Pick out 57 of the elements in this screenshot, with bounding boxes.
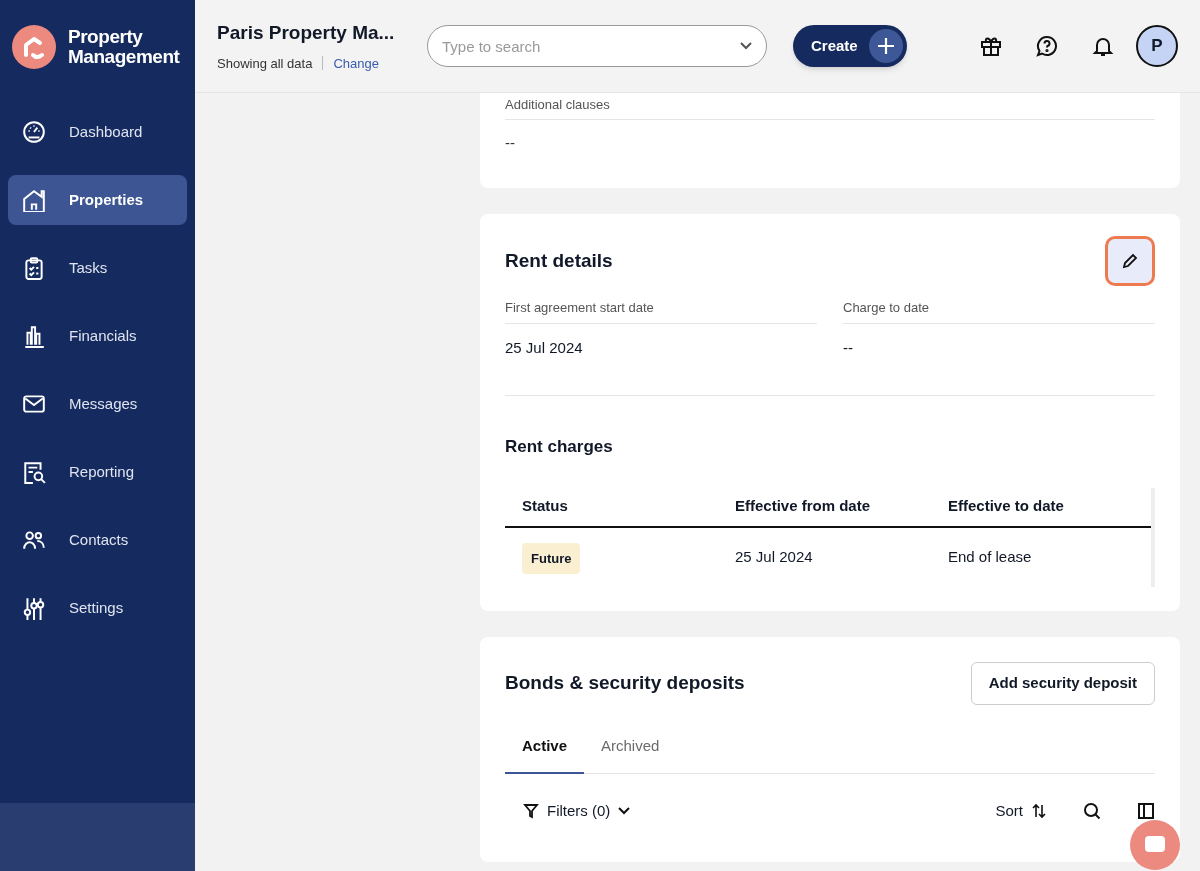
column-header: Effective from date <box>735 496 872 517</box>
mail-icon <box>22 392 46 416</box>
chat-icon <box>1144 835 1166 855</box>
subsection-title: Rent charges <box>505 436 614 458</box>
nav-item[interactable]: Properties <box>8 175 187 225</box>
sort-button[interactable]: Sort <box>995 799 1047 822</box>
nav-item[interactable]: Reporting <box>8 447 187 497</box>
table-cell-text: 25 Jul 2024 <box>735 546 814 567</box>
filter-icon <box>523 802 539 819</box>
nav-item[interactable]: Financials <box>8 311 187 361</box>
create-button[interactable]: Create <box>793 25 907 67</box>
search-field[interactable]: Type to search <box>427 25 767 67</box>
nav-item[interactable]: Settings <box>8 583 187 633</box>
bar-chart-icon <box>22 324 46 348</box>
status-badge: Future <box>522 542 581 574</box>
pencil-icon <box>1121 252 1139 270</box>
brand-name: Property Management <box>68 26 180 67</box>
logo-icon <box>12 24 56 69</box>
field-label: Charge to date <box>843 298 1155 324</box>
tab[interactable]: Archived <box>584 735 677 774</box>
nav-item[interactable]: Tasks <box>8 243 187 293</box>
field-value: -- <box>505 132 516 153</box>
nav-item[interactable]: Dashboard <box>8 107 187 157</box>
bell-icon[interactable] <box>1092 35 1114 57</box>
sliders-icon <box>22 596 46 620</box>
chevron-down-icon <box>618 806 631 815</box>
gauge-icon <box>22 120 46 144</box>
columns-icon[interactable] <box>1137 801 1155 820</box>
field-value: -- <box>843 337 854 358</box>
edit-button[interactable] <box>1105 236 1155 286</box>
section-title: Rent details <box>505 248 613 273</box>
page-title: Paris Property Ma... <box>217 21 396 45</box>
chevron-down-icon <box>739 41 753 51</box>
sort-icon <box>1031 802 1047 819</box>
nav-item[interactable]: Messages <box>8 379 187 429</box>
tab[interactable]: Active <box>505 735 585 774</box>
column-header: Status <box>522 496 569 517</box>
clipboard-icon <box>22 256 46 280</box>
column-header: Effective to date <box>948 496 1065 517</box>
user-avatar[interactable]: P <box>1136 25 1178 67</box>
people-icon <box>22 528 46 552</box>
gift-icon[interactable] <box>980 35 1002 57</box>
section-title: Bonds & security deposits <box>505 671 745 696</box>
field-label: First agreement start date <box>505 298 817 324</box>
report-search-icon <box>22 460 46 484</box>
house-icon <box>22 188 46 212</box>
field-value: 25 Jul 2024 <box>505 337 584 358</box>
add-deposit-button[interactable]: Add security deposit <box>970 662 1155 705</box>
search-icon[interactable] <box>1083 801 1101 820</box>
change-link[interactable]: Change <box>333 53 379 73</box>
plus-icon <box>869 29 903 63</box>
subtitle: Showing all data <box>217 54 313 73</box>
nav-item[interactable]: Contacts <box>8 515 187 565</box>
field-label: Additional clauses <box>505 95 1155 120</box>
filters-button[interactable]: Filters (0) <box>505 799 631 822</box>
help-icon[interactable] <box>1036 35 1058 57</box>
table-cell-text: End of lease <box>948 546 1033 567</box>
